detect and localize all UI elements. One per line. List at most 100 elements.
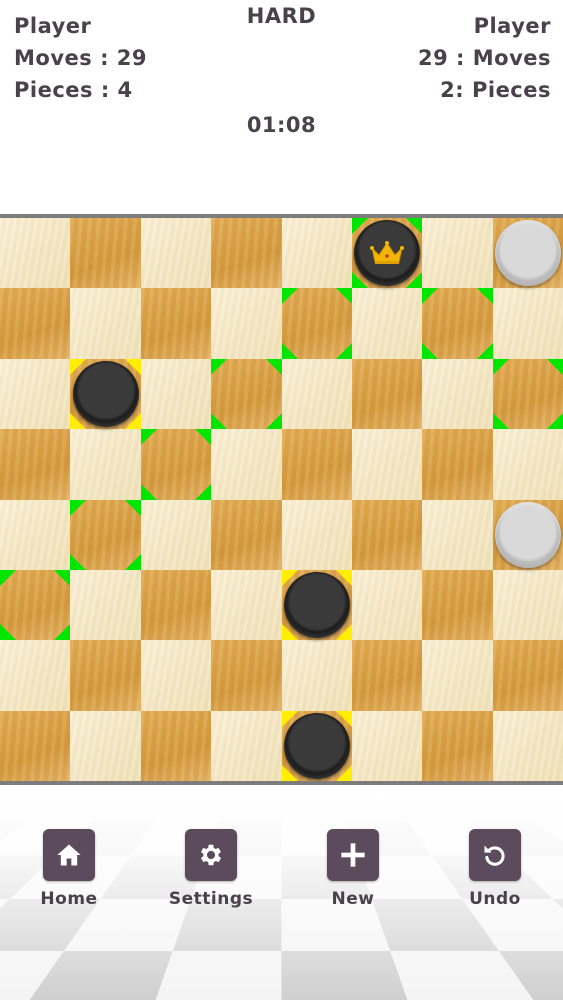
highlight-corner-marker [547,413,563,430]
highlight-corner-marker [281,288,298,305]
black-king-piece[interactable] [354,220,421,287]
board-square-r0-c2[interactable] [140,218,212,289]
highlight-corner-marker [124,553,141,570]
undo-control[interactable]: Undo [445,829,545,919]
highlight-corner-marker [70,553,87,570]
board-square-r3-c6[interactable] [422,429,493,500]
board-square-r2-c0[interactable] [0,358,71,430]
highlight-corner-marker [124,499,141,516]
board-square-r2-c5[interactable] [351,358,423,430]
checkers-board [0,218,563,781]
black-piece[interactable] [72,360,139,427]
score-header: Player Moves : 29 Pieces : 4 Player 29 :… [0,0,563,216]
home-label: Home [40,889,98,909]
highlight-corner-marker [492,413,509,430]
board-square-r3-c1[interactable] [70,429,141,500]
board-square-r6-c1[interactable] [70,640,141,711]
board-square-r1-c2[interactable] [140,288,212,359]
board-square-r3-c3[interactable] [211,429,282,500]
board-square-r0-c0[interactable] [0,218,71,289]
board-square-r7-c1[interactable] [70,710,141,781]
highlight-corner-marker [547,358,563,375]
highlight-corner-marker [195,429,212,446]
board-square-r3-c2[interactable] [140,429,212,500]
board-square-r2-c6[interactable] [422,358,493,430]
board-square-r2-c7[interactable] [492,358,563,430]
board-square-r7-c7[interactable] [492,710,563,781]
board-square-r5-c7[interactable] [492,569,563,641]
home-button[interactable] [43,829,95,881]
board-square-r6-c0[interactable] [0,640,71,711]
board-square-r0-c3[interactable] [211,218,282,289]
right-player-pieces: 2: Pieces [440,78,551,102]
board-square-r4-c2[interactable] [140,499,212,570]
board-square-r2-c3[interactable] [211,358,282,430]
board-square-r1-c4[interactable] [281,288,352,359]
board-square-r7-c5[interactable] [351,710,423,781]
board-square-r5-c3[interactable] [211,569,282,641]
board-square-r1-c1[interactable] [70,288,141,359]
highlight-corner-marker [422,342,439,359]
board-square-r5-c1[interactable] [70,569,141,641]
board-square-r5-c2[interactable] [140,569,212,641]
board-square-r4-c0[interactable] [0,499,71,570]
highlight-corner-marker [492,358,509,375]
board-square-r4-c6[interactable] [422,499,493,570]
highlight-corner-marker [476,288,493,305]
home-control[interactable]: Home [19,829,119,919]
board-square-r4-c5[interactable] [351,499,423,570]
highlight-corner-marker [54,569,71,586]
highlight-corner-marker [195,483,212,500]
highlight-corner-marker [211,358,228,375]
board-square-r6-c2[interactable] [140,640,212,711]
board-square-r3-c0[interactable] [0,429,71,500]
board-square-r3-c4[interactable] [281,429,352,500]
difficulty-label: HARD [246,4,317,28]
board-square-r4-c4[interactable] [281,499,352,570]
board-square-r4-c1[interactable] [70,499,141,570]
board-square-r1-c5[interactable] [351,288,423,359]
black-piece[interactable] [283,712,350,779]
board-square-r1-c7[interactable] [492,288,563,359]
highlight-corner-marker [0,569,16,586]
board-square-r0-c4[interactable] [281,218,352,289]
highlight-corner-marker [476,342,493,359]
black-piece[interactable] [283,572,350,639]
settings-control[interactable]: Settings [161,829,261,919]
board-square-r2-c2[interactable] [140,358,212,430]
board-square-r1-c6[interactable] [422,288,493,359]
board-square-r6-c7[interactable] [492,640,563,711]
highlight-corner-marker [265,358,282,375]
board-square-r5-c5[interactable] [351,569,423,641]
board-square-r6-c4[interactable] [281,640,352,711]
board-square-r0-c6[interactable] [422,218,493,289]
board-square-r3-c5[interactable] [351,429,423,500]
right-player-moves: 29 : Moves [418,46,551,70]
board-square-r6-c3[interactable] [211,640,282,711]
board-square-r3-c7[interactable] [492,429,563,500]
board-square-r4-c3[interactable] [211,499,282,570]
board-square-r6-c5[interactable] [351,640,423,711]
board-square-r7-c0[interactable] [0,710,71,781]
settings-button[interactable] [185,829,237,881]
undo-button[interactable] [469,829,521,881]
gear-icon [200,844,222,866]
white-piece[interactable] [494,220,561,287]
board-square-r1-c0[interactable] [0,288,71,359]
board-square-r5-c0[interactable] [0,569,71,641]
highlight-corner-marker [140,429,157,446]
highlight-corner-marker [140,483,157,500]
new-game-button[interactable] [327,829,379,881]
board-square-r7-c6[interactable] [422,710,493,781]
undo-label: Undo [469,889,521,909]
white-piece[interactable] [494,501,561,568]
board-square-r0-c1[interactable] [70,218,141,289]
board-square-r6-c6[interactable] [422,640,493,711]
board-square-r5-c6[interactable] [422,569,493,641]
board-square-r2-c4[interactable] [281,358,352,430]
new-game-control[interactable]: New [303,829,403,919]
board-square-r1-c3[interactable] [211,288,282,359]
highlight-corner-marker [281,342,298,359]
board-square-r7-c3[interactable] [211,710,282,781]
board-square-r7-c2[interactable] [140,710,212,781]
